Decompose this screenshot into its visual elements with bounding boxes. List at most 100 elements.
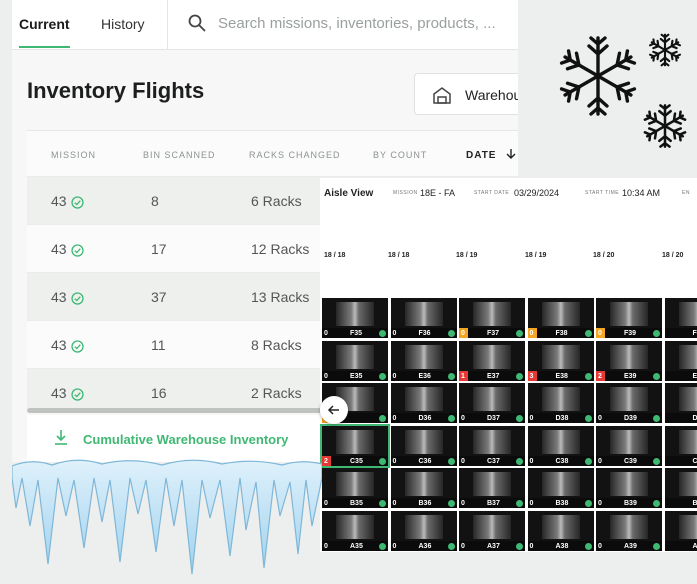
bin-tile[interactable]: D40	[664, 383, 697, 423]
bin-code: C36	[418, 457, 432, 465]
bin-code: D40	[692, 415, 697, 422]
header-racks-changed[interactable]: RACKS CHANGED	[249, 150, 341, 160]
bin-tile[interactable]: 0 F36	[390, 298, 457, 338]
bin-code: C40	[692, 457, 697, 465]
bin-image	[610, 429, 648, 454]
bin-count: 0	[392, 372, 397, 380]
header-bin-scanned[interactable]: BIN SCANNED	[143, 150, 216, 160]
column-count: 18 / 20	[662, 252, 684, 259]
bin-tile[interactable]: 0 E35	[322, 340, 388, 381]
bin-tile[interactable]: 0 F39	[596, 298, 662, 338]
cumulative-inventory-link[interactable]: Cumulative Warehouse Inventory	[27, 415, 327, 462]
bin-image	[678, 344, 697, 369]
bin-code: A37	[487, 542, 500, 550]
check-icon	[584, 500, 592, 507]
bin-count: 0	[461, 500, 465, 507]
bin-tile[interactable]: 3 E38	[527, 340, 594, 381]
bin-tile[interactable]: 0 E36	[390, 340, 457, 381]
column-count: 18 / 20	[593, 252, 615, 259]
bin-tile[interactable]: 0 C39	[596, 425, 662, 466]
horizontal-scrollbar[interactable]	[27, 408, 327, 413]
bin-tile[interactable]: B40	[664, 468, 697, 508]
bin-tile[interactable]: 0 A37	[459, 510, 525, 551]
bin-image	[473, 302, 511, 326]
header-date[interactable]: DATE	[466, 148, 516, 161]
bin-tile[interactable]: 2 E39	[596, 340, 662, 381]
check-icon	[653, 415, 660, 422]
bin-image	[473, 344, 511, 369]
bin-image	[473, 472, 511, 496]
bin-image	[678, 429, 697, 454]
end-label: EN	[682, 190, 690, 196]
tab-history[interactable]: History	[101, 16, 145, 32]
bin-code: D39	[624, 415, 637, 422]
header-by-count[interactable]: BY COUNT	[373, 150, 427, 160]
bin-tile[interactable]: 0 D37	[459, 383, 525, 423]
bin-tile[interactable]: 0 C36	[390, 425, 457, 466]
mission-cell: 43	[51, 385, 84, 401]
bin-code: F37	[487, 330, 500, 337]
bin-code: C37	[487, 457, 500, 465]
bin-count: 2	[598, 372, 602, 380]
bin-code: F39	[624, 330, 637, 337]
bin-tile[interactable]: 2 C35	[320, 423, 390, 468]
icicles-decoration	[12, 459, 322, 575]
bin-tile[interactable]: A40	[664, 510, 697, 551]
snowflake-icon	[648, 33, 682, 67]
bin-image	[336, 302, 374, 326]
bin-tile[interactable]: 0 B38	[527, 468, 594, 508]
tab-current[interactable]: Current	[19, 16, 70, 48]
bin-tile[interactable]: 0 C38	[527, 425, 594, 466]
table-header: MISSION BIN SCANNED RACKS CHANGED BY COU…	[27, 130, 518, 176]
bin-tile[interactable]: 0 B39	[596, 468, 662, 508]
bin-image	[678, 472, 697, 496]
bin-tile[interactable]: 0 A39	[596, 510, 662, 551]
bin-count: 1	[461, 372, 465, 380]
bin-tile[interactable]: F40	[664, 298, 697, 338]
mission-value: 18E - FA	[420, 188, 456, 198]
bin-code: B38	[555, 500, 569, 507]
back-button[interactable]	[320, 396, 348, 424]
search-placeholder: Search missions, inventories, products, …	[218, 15, 496, 32]
bin-image	[473, 429, 511, 454]
check-icon	[447, 542, 455, 550]
column-count: 18 / 18	[388, 252, 410, 259]
bin-image	[541, 302, 580, 326]
warehouse-icon	[433, 87, 451, 104]
bin-tile[interactable]: 0 B35	[322, 468, 388, 508]
bin-tile[interactable]: 1 E37	[459, 340, 525, 381]
check-icon	[516, 372, 523, 380]
bin-tile[interactable]: C40	[664, 425, 697, 466]
bin-image	[541, 344, 580, 369]
check-icon	[379, 372, 386, 380]
bin-tile[interactable]: 0 C37	[459, 425, 525, 466]
bin-tile[interactable]: 0 A36	[390, 510, 457, 551]
tab-bar: Current History Search missions, invento…	[12, 0, 518, 50]
bin-image	[404, 387, 443, 411]
bin-count: 0	[598, 330, 602, 337]
bin-code: E39	[624, 372, 637, 380]
bin-code: F40	[692, 330, 697, 337]
bin-code: E40	[692, 372, 697, 380]
bin-tile[interactable]: 0 B37	[459, 468, 525, 508]
bin-code: A36	[418, 542, 432, 550]
warehouse-button[interactable]: Warehou	[414, 73, 518, 115]
bin-tile[interactable]: 0 A35	[322, 510, 388, 551]
bin-tile[interactable]: 0 D38	[527, 383, 594, 423]
check-circle-icon	[70, 388, 84, 401]
bin-tile[interactable]: 0 D39	[596, 383, 662, 423]
bin-tile[interactable]: E40	[664, 340, 697, 381]
bin-count: 0	[324, 372, 328, 380]
bin-count: 0	[529, 330, 534, 337]
search-input[interactable]: Search missions, inventories, products, …	[167, 0, 518, 50]
bin-code: A39	[624, 542, 637, 550]
bin-tile[interactable]: 0 B36	[390, 468, 457, 508]
bin-tile[interactable]: 0 F35	[322, 298, 388, 338]
bin-count: 0	[529, 415, 534, 422]
bin-code: E36	[418, 372, 431, 380]
header-mission[interactable]: MISSION	[51, 150, 96, 160]
bin-tile[interactable]: 0 F37	[459, 298, 525, 338]
bin-tile[interactable]: 0 D36	[390, 383, 457, 423]
bin-tile[interactable]: 0 A38	[527, 510, 594, 551]
bin-tile[interactable]: 0 F38	[527, 298, 594, 338]
